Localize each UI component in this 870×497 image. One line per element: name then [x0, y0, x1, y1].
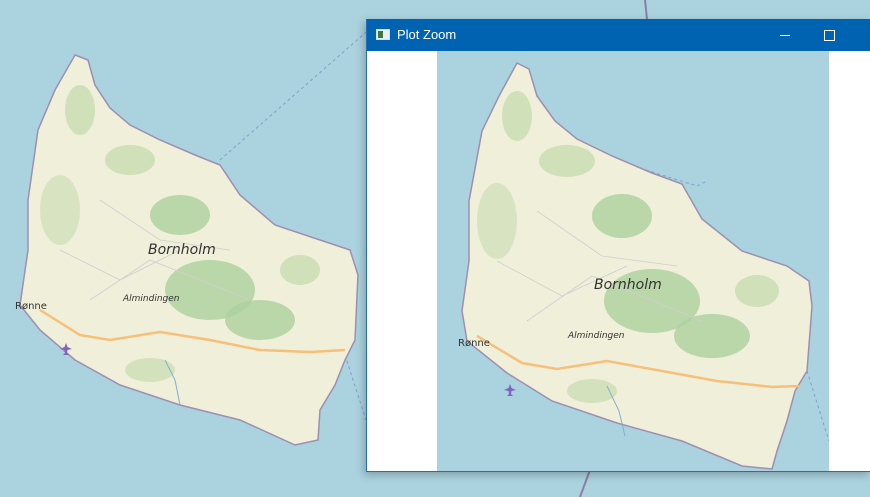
town-label: Rønne	[15, 301, 47, 312]
maximize-button[interactable]	[807, 19, 851, 51]
plot-zoom-app-icon	[376, 29, 390, 40]
forest-label: Almindingen	[122, 294, 180, 304]
island-label: Bornholm	[148, 242, 216, 258]
plot-zoom-window[interactable]: Plot Zoom Bornholm Rønne Almindingen	[366, 19, 870, 472]
maximize-icon	[823, 29, 835, 41]
forest-label: Almindingen	[567, 331, 625, 341]
minimize-icon	[780, 34, 790, 36]
minimize-button[interactable]	[763, 19, 807, 51]
town-label: Rønne	[458, 338, 490, 349]
window-titlebar[interactable]: Plot Zoom	[367, 19, 870, 51]
window-title: Plot Zoom	[397, 27, 457, 42]
zoomed-map: Bornholm Rønne Almindingen	[437, 51, 829, 471]
zoomed-plot: Bornholm Rønne Almindingen	[437, 51, 829, 471]
island-label: Bornholm	[594, 277, 662, 293]
